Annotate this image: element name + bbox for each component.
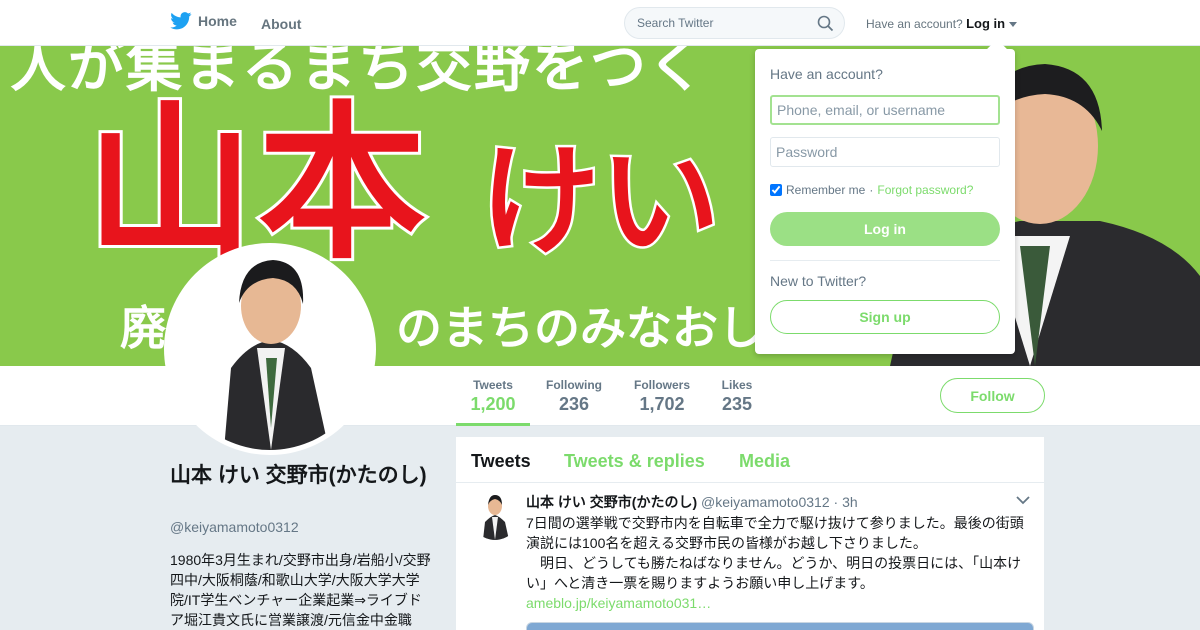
- stat-label: Likes: [721, 378, 753, 392]
- tweet-separator: ·: [833, 494, 839, 510]
- remember-me-label[interactable]: Remember me: [786, 183, 865, 197]
- tweet-header: 山本 けい 交野市(かたのし) @keiyamamoto0312 · 3h: [526, 492, 858, 512]
- stat-label: Followers: [633, 378, 690, 392]
- profile-handle[interactable]: @keiyamamoto0312: [170, 519, 299, 535]
- stat-value: 1,200: [470, 394, 516, 414]
- tweet-author-handle[interactable]: @keiyamamoto0312: [701, 494, 830, 510]
- remember-separator: ·: [869, 183, 874, 197]
- stat-label: Following: [546, 378, 602, 392]
- tweet-timestamp[interactable]: 3h: [842, 494, 858, 510]
- stat-followers[interactable]: Followers 1,702: [633, 378, 691, 415]
- active-stat-underline: [456, 423, 530, 426]
- nav-about-link[interactable]: About: [261, 16, 301, 32]
- login-menu-toggle[interactable]: Have an account? Log in: [866, 16, 1018, 31]
- dropdown-divider: [770, 260, 1000, 261]
- remember-me-checkbox[interactable]: [770, 184, 782, 196]
- tweet-avatar-image: [471, 492, 519, 540]
- twitter-bird-icon: [170, 12, 192, 30]
- stat-label: Tweets: [473, 378, 513, 392]
- avatar-portrait-image: [169, 248, 371, 450]
- login-link-label[interactable]: Log in: [966, 16, 1005, 31]
- follow-button[interactable]: Follow: [940, 378, 1045, 413]
- profile-bio: 1980年3月生まれ/交野市出身/岩船小/交野四中/大阪桐蔭/和歌山大学/大阪大…: [170, 552, 431, 628]
- stat-likes[interactable]: Likes 235: [720, 378, 754, 415]
- search-input[interactable]: [625, 8, 805, 38]
- tweet-link[interactable]: ameblo.jp/keiyamamoto031…: [526, 595, 711, 611]
- tab-media[interactable]: Media: [739, 451, 790, 472]
- banner-kana-text: けい: [478, 135, 723, 269]
- have-account-label: Have an account?: [866, 17, 963, 31]
- search-icon[interactable]: [817, 15, 834, 32]
- username-field[interactable]: [770, 95, 1000, 125]
- tab-tweets-and-replies[interactable]: Tweets & replies: [564, 451, 705, 472]
- tab-tweets[interactable]: Tweets: [471, 451, 531, 472]
- tweet-author-name[interactable]: 山本 けい 交野市(かたのし): [526, 494, 697, 510]
- password-field[interactable]: [770, 137, 1000, 167]
- profile-display-name[interactable]: 山本 けい 交野市(かたのし): [170, 462, 440, 490]
- chevron-down-icon[interactable]: [1016, 496, 1030, 505]
- login-dropdown: Have an account? Remember me · Forgot pa…: [755, 39, 1015, 354]
- nav-home-link[interactable]: Home: [170, 12, 237, 30]
- stat-tweets[interactable]: Tweets 1,200: [470, 378, 516, 415]
- remember-me-row: Remember me · Forgot password?: [770, 183, 973, 197]
- login-button[interactable]: Log in: [770, 212, 1000, 246]
- nav-home-label: Home: [198, 13, 237, 29]
- stat-value: 1,702: [639, 394, 685, 414]
- top-nav-bar: Home About Have an account? Log in: [0, 0, 1200, 46]
- search-box: [624, 7, 845, 39]
- profile-avatar[interactable]: [164, 243, 376, 455]
- tweet-body: 7日間の選挙戦で交野市内を自転車で全力で駆け抜けて参りました。最後の街頭演説には…: [526, 513, 1032, 613]
- tweet-media-preview[interactable]: [526, 622, 1034, 630]
- timeline-tabs: Tweets Tweets & replies Media: [456, 437, 1044, 483]
- stat-following[interactable]: Following 236: [545, 378, 603, 415]
- stat-value: 235: [721, 394, 753, 414]
- forgot-password-link[interactable]: Forgot password?: [877, 183, 973, 197]
- timeline: Tweets Tweets & replies Media 山本 けい 交野市(…: [456, 437, 1044, 630]
- tweet-text: 7日間の選挙戦で交野市内を自転車で全力で駆け抜けて参りました。最後の街頭演説には…: [526, 515, 1024, 591]
- tweet-avatar[interactable]: [471, 492, 519, 540]
- login-dropdown-title: Have an account?: [770, 66, 883, 82]
- tweet-item[interactable]: 山本 けい 交野市(かたのし) @keiyamamoto0312 · 3h 7日…: [456, 484, 1044, 630]
- caret-down-icon: [1009, 22, 1018, 27]
- stat-value: 236: [558, 394, 590, 414]
- new-to-twitter-label: New to Twitter?: [770, 273, 867, 289]
- signup-button[interactable]: Sign up: [770, 300, 1000, 334]
